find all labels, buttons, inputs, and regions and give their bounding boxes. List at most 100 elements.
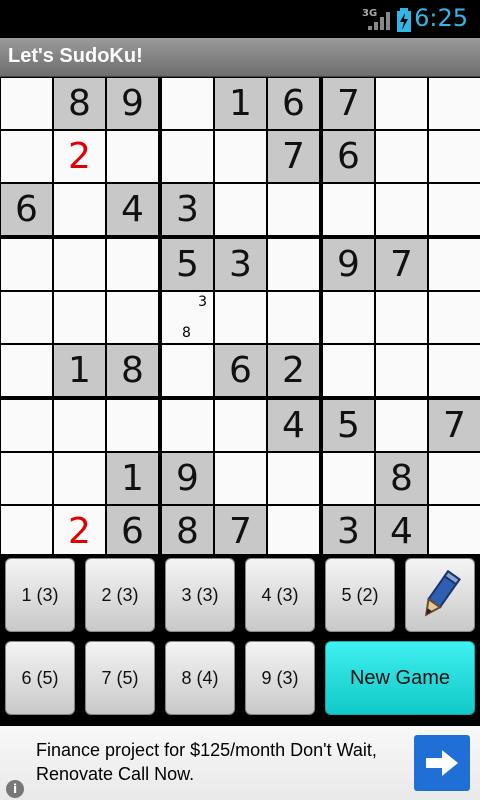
board-cell-r1c8[interactable] xyxy=(376,78,427,129)
board-cell-r5c7[interactable] xyxy=(323,292,374,343)
arrow-right-icon xyxy=(426,750,458,776)
board-cell-r6c5[interactable]: 6 xyxy=(215,345,266,396)
digit-key-9[interactable]: 9 (3) xyxy=(245,641,315,715)
board-cell-r9c4[interactable]: 8 xyxy=(162,506,213,557)
board-cell-r3c5[interactable] xyxy=(215,184,266,235)
board-cell-r9c2[interactable]: 2 xyxy=(54,506,105,557)
digit-key-1[interactable]: 1 (3) xyxy=(5,558,75,632)
board-cell-r2c8[interactable] xyxy=(376,131,427,182)
board-cell-r9c8[interactable]: 4 xyxy=(376,506,427,557)
board-cell-r9c6[interactable] xyxy=(268,506,319,557)
digit-key-2[interactable]: 2 (3) xyxy=(85,558,155,632)
digit-key-5[interactable]: 5 (2) xyxy=(325,558,395,632)
board-cell-r8c6[interactable] xyxy=(268,453,319,504)
board-cell-r4c9[interactable] xyxy=(429,239,480,290)
board-cell-r5c9[interactable] xyxy=(429,292,480,343)
board-cell-r4c1[interactable] xyxy=(1,239,52,290)
info-icon[interactable]: i xyxy=(6,780,24,798)
board-cell-r2c1[interactable] xyxy=(1,131,52,182)
board-cell-r4c4[interactable]: 5 xyxy=(162,239,213,290)
board-cell-r6c2[interactable]: 1 xyxy=(54,345,105,396)
board-cell-r8c9[interactable] xyxy=(429,453,480,504)
board-cell-r9c9[interactable] xyxy=(429,506,480,557)
board-cell-r8c2[interactable] xyxy=(54,453,105,504)
board-cell-r7c2[interactable] xyxy=(54,400,105,451)
board-cell-r8c4[interactable]: 9 xyxy=(162,453,213,504)
board-cell-r2c3[interactable] xyxy=(107,131,158,182)
board-cell-r2c4[interactable] xyxy=(162,131,213,182)
board-cell-r5c1[interactable] xyxy=(1,292,52,343)
board-cell-r1c7[interactable]: 7 xyxy=(323,78,374,129)
board-cell-r6c3[interactable]: 8 xyxy=(107,345,158,396)
board-cell-r6c7[interactable] xyxy=(323,345,374,396)
pencil-button[interactable] xyxy=(405,558,475,632)
board-cell-r7c1[interactable] xyxy=(1,400,52,451)
board-cell-r5c6[interactable] xyxy=(268,292,319,343)
ad-text: Finance project for $125/month Don't Wai… xyxy=(36,738,416,786)
board-cell-r4c6[interactable] xyxy=(268,239,319,290)
board-cell-r9c3[interactable]: 6 xyxy=(107,506,158,557)
board-cell-r8c3[interactable]: 1 xyxy=(107,453,158,504)
board-cell-r8c5[interactable] xyxy=(215,453,266,504)
board-cell-r2c7[interactable]: 6 xyxy=(323,131,374,182)
board-cell-r3c3[interactable]: 4 xyxy=(107,184,158,235)
board-cell-r7c8[interactable] xyxy=(376,400,427,451)
board-cell-r8c8[interactable]: 8 xyxy=(376,453,427,504)
clock: 6:25 xyxy=(414,4,468,32)
board-cell-r8c7[interactable] xyxy=(323,453,374,504)
board-cell-r4c7[interactable]: 9 xyxy=(323,239,374,290)
board-cell-r7c6[interactable]: 4 xyxy=(268,400,319,451)
new-game-button[interactable]: New Game xyxy=(325,641,475,715)
board-cell-r7c9[interactable]: 7 xyxy=(429,400,480,451)
board-cell-r5c8[interactable] xyxy=(376,292,427,343)
board-cell-r6c1[interactable] xyxy=(1,345,52,396)
digit-key-8[interactable]: 8 (4) xyxy=(165,641,235,715)
ad-banner[interactable]: Finance project for $125/month Don't Wai… xyxy=(0,726,480,800)
board-cell-r2c2[interactable]: 2 xyxy=(54,131,105,182)
board-cell-r4c5[interactable]: 3 xyxy=(215,239,266,290)
board-cell-r5c4[interactable]: 38 xyxy=(162,292,213,343)
board-cell-r2c5[interactable] xyxy=(215,131,266,182)
board-cell-r5c3[interactable] xyxy=(107,292,158,343)
app-title: Let's SudoKu! xyxy=(8,45,143,67)
board-cell-r3c1[interactable]: 6 xyxy=(1,184,52,235)
digit-key-4[interactable]: 4 (3) xyxy=(245,558,315,632)
board-cell-r8c1[interactable] xyxy=(1,453,52,504)
board-cell-r1c4[interactable] xyxy=(162,78,213,129)
board-cell-r7c4[interactable] xyxy=(162,400,213,451)
board-cell-r2c6[interactable]: 7 xyxy=(268,131,319,182)
board-cell-r6c4[interactable] xyxy=(162,345,213,396)
board-cell-r9c5[interactable]: 7 xyxy=(215,506,266,557)
board-cell-r9c7[interactable]: 3 xyxy=(323,506,374,557)
board-cell-r3c6[interactable] xyxy=(268,184,319,235)
board-cell-r4c8[interactable]: 7 xyxy=(376,239,427,290)
board-cell-r6c9[interactable] xyxy=(429,345,480,396)
board-cell-r6c8[interactable] xyxy=(376,345,427,396)
board-cell-r7c5[interactable] xyxy=(215,400,266,451)
board-cell-r3c2[interactable] xyxy=(54,184,105,235)
board-cell-r9c1[interactable] xyxy=(1,506,52,557)
board-cell-r1c5[interactable]: 1 xyxy=(215,78,266,129)
board-cell-r3c4[interactable]: 3 xyxy=(162,184,213,235)
board-cell-r3c9[interactable] xyxy=(429,184,480,235)
board-cell-r2c9[interactable] xyxy=(429,131,480,182)
board-cell-r6c6[interactable]: 2 xyxy=(268,345,319,396)
board-cell-r1c2[interactable]: 8 xyxy=(54,78,105,129)
board-cell-r5c5[interactable] xyxy=(215,292,266,343)
board-cell-r4c2[interactable] xyxy=(54,239,105,290)
ad-line-2: Renovate Call Now. xyxy=(36,764,195,784)
board-cell-r1c1[interactable] xyxy=(1,78,52,129)
board-cell-r1c3[interactable]: 9 xyxy=(107,78,158,129)
digit-key-3[interactable]: 3 (3) xyxy=(165,558,235,632)
ad-arrow-button[interactable] xyxy=(414,735,470,791)
board-cell-r1c6[interactable]: 6 xyxy=(268,78,319,129)
board-cell-r7c7[interactable]: 5 xyxy=(323,400,374,451)
digit-key-7[interactable]: 7 (5) xyxy=(85,641,155,715)
board-cell-r1c9[interactable] xyxy=(429,78,480,129)
digit-key-6[interactable]: 6 (5) xyxy=(5,641,75,715)
board-cell-r4c3[interactable] xyxy=(107,239,158,290)
board-cell-r5c2[interactable] xyxy=(54,292,105,343)
board-cell-r7c3[interactable] xyxy=(107,400,158,451)
board-cell-r3c7[interactable] xyxy=(323,184,374,235)
board-cell-r3c8[interactable] xyxy=(376,184,427,235)
